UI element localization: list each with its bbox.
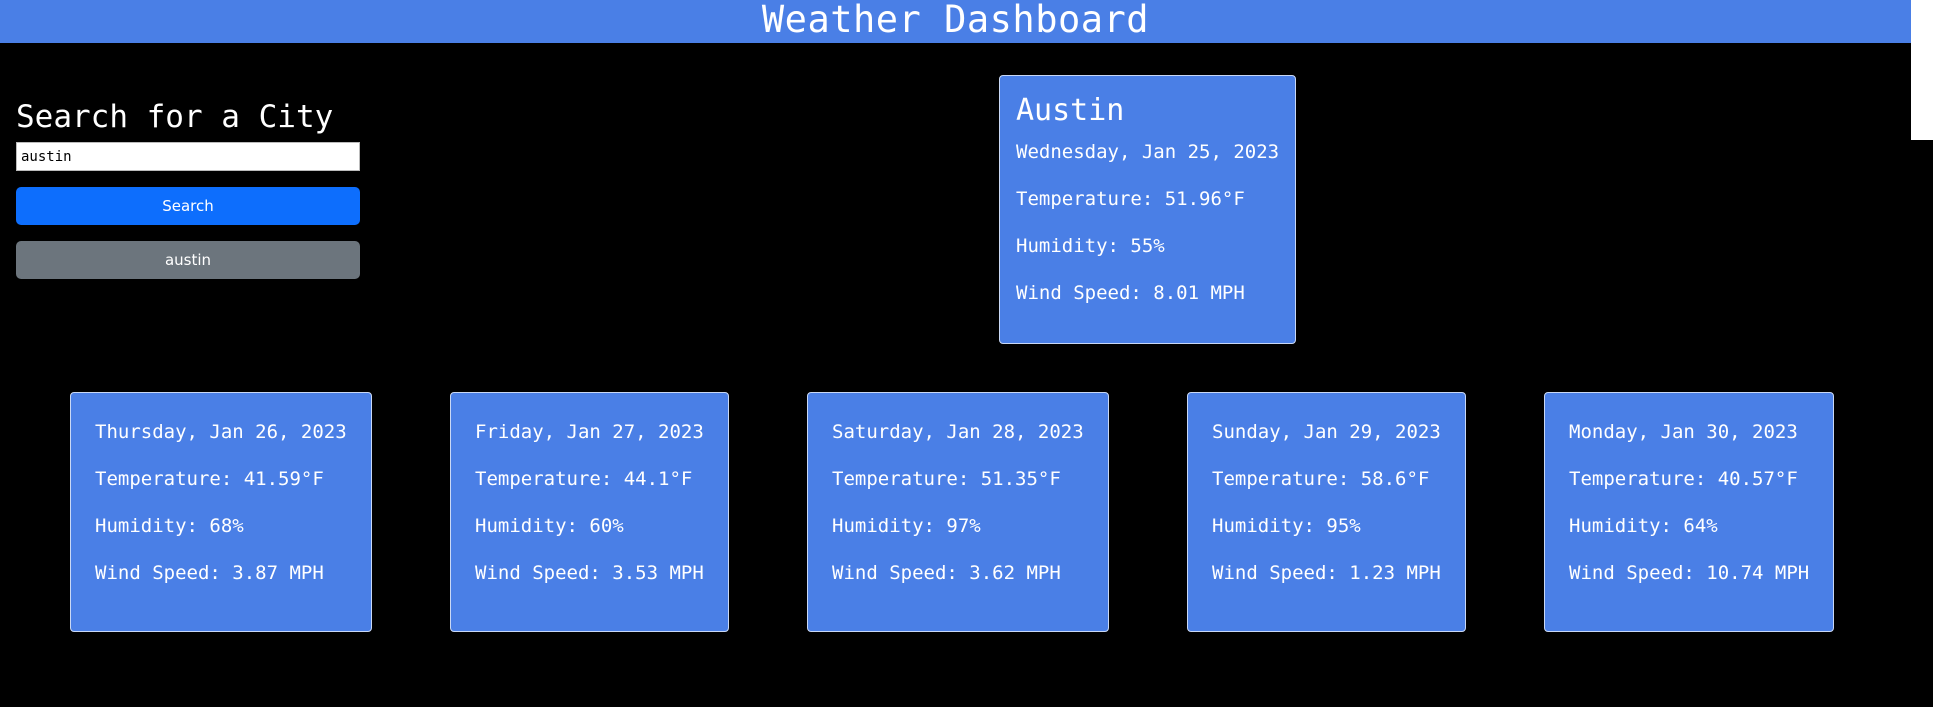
forecast-temperature: Temperature: 51.35°F <box>832 468 1061 490</box>
forecast-wind-speed: Wind Speed: 3.53 MPH <box>475 562 704 584</box>
forecast-date: Saturday, Jan 28, 2023 <box>832 421 1084 443</box>
forecast-card: Saturday, Jan 28, 2023 Temperature: 51.3… <box>807 392 1109 632</box>
forecast-card: Friday, Jan 27, 2023 Temperature: 44.1°F… <box>450 392 729 632</box>
forecast-temperature: Temperature: 44.1°F <box>475 468 693 490</box>
current-weather-card: Austin Wednesday, Jan 25, 2023 Temperatu… <box>999 75 1296 344</box>
forecast-humidity: Humidity: 64% <box>1569 515 1718 537</box>
weather-dashboard-page: Weather Dashboard Search for a City Sear… <box>0 0 1933 707</box>
forecast-wind-speed: Wind Speed: 10.74 MPH <box>1569 562 1810 584</box>
search-heading: Search for a City <box>16 99 334 135</box>
forecast-date: Friday, Jan 27, 2023 <box>475 421 704 443</box>
forecast-wind-speed: Wind Speed: 3.87 MPH <box>95 562 324 584</box>
current-humidity: Humidity: 55% <box>1016 235 1165 257</box>
forecast-temperature: Temperature: 58.6°F <box>1212 468 1430 490</box>
scrollbar[interactable] <box>1911 0 1933 140</box>
forecast-wind-speed: Wind Speed: 3.62 MPH <box>832 562 1061 584</box>
forecast-temperature: Temperature: 40.57°F <box>1569 468 1798 490</box>
search-panel: Search for a City Search austin <box>16 96 360 279</box>
history-button-austin[interactable]: austin <box>16 241 360 279</box>
search-input[interactable] <box>16 142 360 171</box>
forecast-temperature: Temperature: 41.59°F <box>95 468 324 490</box>
forecast-wind-speed: Wind Speed: 1.23 MPH <box>1212 562 1441 584</box>
search-button[interactable]: Search <box>16 187 360 225</box>
forecast-date: Sunday, Jan 29, 2023 <box>1212 421 1441 443</box>
page-title: Weather Dashboard <box>761 0 1150 41</box>
current-wind-speed: Wind Speed: 8.01 MPH <box>1016 282 1245 304</box>
current-date: Wednesday, Jan 25, 2023 <box>1016 141 1280 163</box>
forecast-humidity: Humidity: 60% <box>475 515 624 537</box>
forecast-card: Sunday, Jan 29, 2023 Temperature: 58.6°F… <box>1187 392 1466 632</box>
forecast-date: Thursday, Jan 26, 2023 <box>95 421 347 443</box>
header-bar: Weather Dashboard <box>0 0 1911 43</box>
forecast-card: Monday, Jan 30, 2023 Temperature: 40.57°… <box>1544 392 1834 632</box>
forecast-date: Monday, Jan 30, 2023 <box>1569 421 1798 443</box>
forecast-humidity: Humidity: 97% <box>832 515 981 537</box>
forecast-humidity: Humidity: 95% <box>1212 515 1361 537</box>
current-temperature: Temperature: 51.96°F <box>1016 188 1245 210</box>
forecast-card: Thursday, Jan 26, 2023 Temperature: 41.5… <box>70 392 372 632</box>
forecast-humidity: Humidity: 68% <box>95 515 244 537</box>
current-city: Austin <box>1016 93 1125 128</box>
